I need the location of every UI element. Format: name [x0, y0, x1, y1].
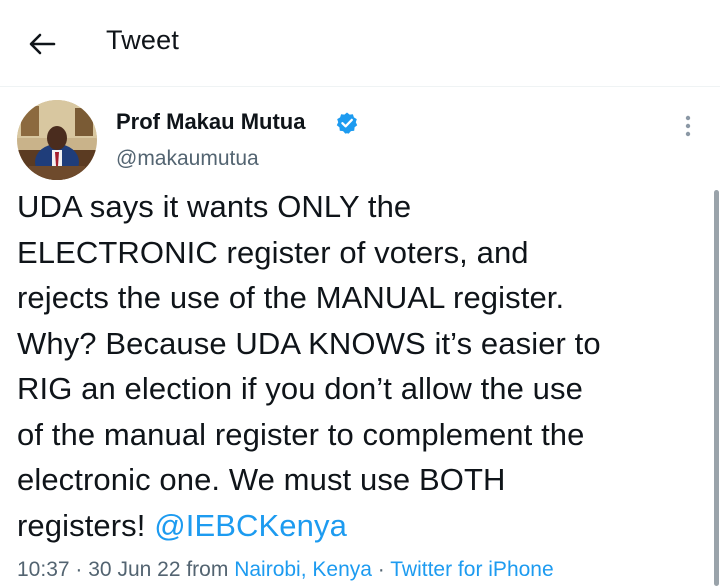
from-label: from — [186, 558, 229, 581]
meta-separator: · — [75, 558, 83, 581]
more-options-button[interactable] — [670, 108, 706, 144]
tweet-body: UDA says it wants ONLY the ELECTRONIC re… — [17, 189, 601, 543]
header-divider — [0, 86, 720, 87]
author-name[interactable]: Prof Makau Mutua — [116, 109, 305, 135]
tweet-date: 30 Jun 22 — [88, 558, 181, 581]
meta-separator: · — [377, 558, 385, 581]
verified-badge-icon — [336, 112, 358, 134]
scrollbar[interactable] — [714, 190, 719, 586]
source-link[interactable]: Twitter for iPhone — [390, 558, 553, 581]
tweet-text: UDA says it wants ONLY the ELECTRONIC re… — [17, 184, 707, 548]
more-vertical-icon — [685, 115, 691, 137]
arrow-left-icon — [29, 33, 56, 55]
avatar[interactable] — [17, 100, 97, 180]
top-bar: Tweet — [0, 0, 720, 86]
tweet-time: 10:37 — [17, 558, 70, 581]
tweet-metadata: 10:37 · 30 Jun 22 from Nairobi, Kenya · … — [17, 558, 554, 582]
page-title: Tweet — [106, 25, 180, 55]
back-button[interactable] — [22, 24, 62, 64]
location-link[interactable]: Nairobi, Kenya — [234, 558, 372, 581]
author-handle[interactable]: @makaumutua — [116, 147, 259, 171]
mention-link[interactable]: @IEBCKenya — [154, 508, 347, 543]
avatar-image — [17, 100, 97, 180]
